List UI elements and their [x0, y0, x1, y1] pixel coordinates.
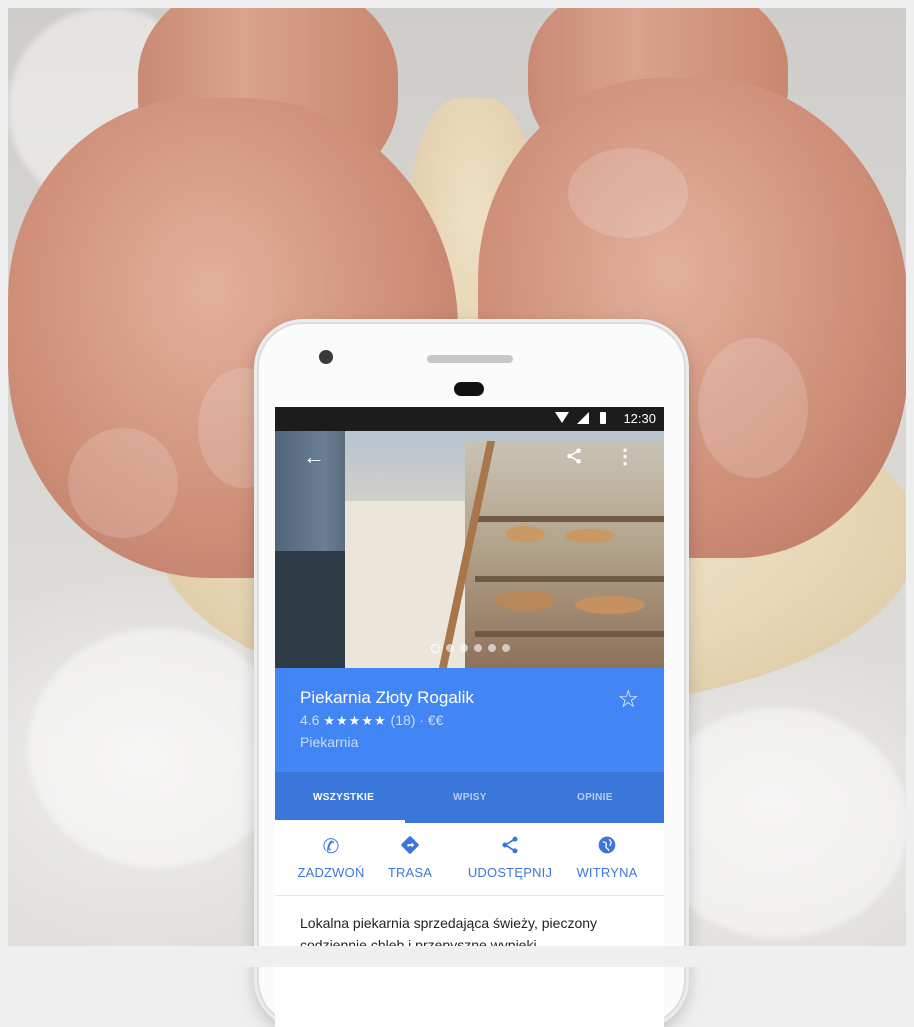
- globe-icon: [567, 835, 647, 859]
- more-options-icon[interactable]: ⋮: [615, 447, 635, 467]
- rating-stars: ★★★★★: [323, 713, 387, 728]
- phone-screen: 12:30 ← ⋮ Piekarnia Złoty Rogalik 4.6 ★★…: [275, 407, 664, 1027]
- place-category: Piekarnia: [300, 734, 359, 750]
- phone-icon: ✆: [322, 836, 340, 858]
- wifi-icon: [555, 412, 569, 423]
- website-label: WITRYNA: [576, 865, 638, 880]
- call-button[interactable]: ✆ ZADZWOŃ: [291, 835, 371, 880]
- proximity-sensor: [454, 382, 484, 396]
- share-icon: [460, 835, 560, 859]
- directions-icon: [375, 835, 445, 859]
- status-time: 12:30: [623, 411, 656, 426]
- battery-icon: [600, 412, 606, 424]
- directions-label: TRASA: [387, 865, 433, 880]
- share-button[interactable]: UDOSTĘPNIJ: [460, 835, 560, 880]
- place-name: Piekarnia Złoty Rogalik: [300, 688, 474, 707]
- save-star-icon[interactable]: ☆: [617, 685, 639, 714]
- phone-mockup: 12:30 ← ⋮ Piekarnia Złoty Rogalik 4.6 ★★…: [257, 322, 686, 1027]
- place-info-panel: Piekarnia Złoty Rogalik 4.6 ★★★★★ (18) ·…: [275, 668, 664, 772]
- share-label: UDOSTĘPNIJ: [467, 865, 553, 880]
- place-photo[interactable]: ← ⋮: [275, 431, 664, 668]
- tab-reviews[interactable]: OPINIE: [577, 792, 613, 803]
- status-bar: 12:30: [275, 407, 664, 431]
- rating-line: 4.6 ★★★★★ (18) · €€: [300, 712, 443, 729]
- signal-icon: [577, 412, 589, 424]
- directions-button[interactable]: TRASA: [375, 835, 445, 880]
- action-bar: ✆ ZADZWOŃ TRASA UDOSTĘPNIJ WITRYNA: [275, 823, 664, 896]
- earpiece-speaker: [427, 355, 513, 363]
- website-button[interactable]: WITRYNA: [567, 835, 647, 880]
- tab-posts[interactable]: WPISY: [453, 792, 487, 803]
- tab-all[interactable]: WSZYSTKIE: [313, 792, 374, 803]
- share-icon[interactable]: [565, 447, 583, 469]
- page-bottom-strip: [0, 946, 914, 967]
- rating-value: 4.6: [300, 712, 320, 728]
- front-camera: [319, 350, 333, 364]
- photo-carousel-dots[interactable]: [431, 644, 510, 654]
- back-arrow-icon[interactable]: ←: [303, 446, 325, 468]
- call-label: ZADZWOŃ: [297, 865, 365, 880]
- reviews-price: (18) · €€: [390, 712, 444, 728]
- tab-bar: WSZYSTKIE WPISY OPINIE: [275, 772, 664, 823]
